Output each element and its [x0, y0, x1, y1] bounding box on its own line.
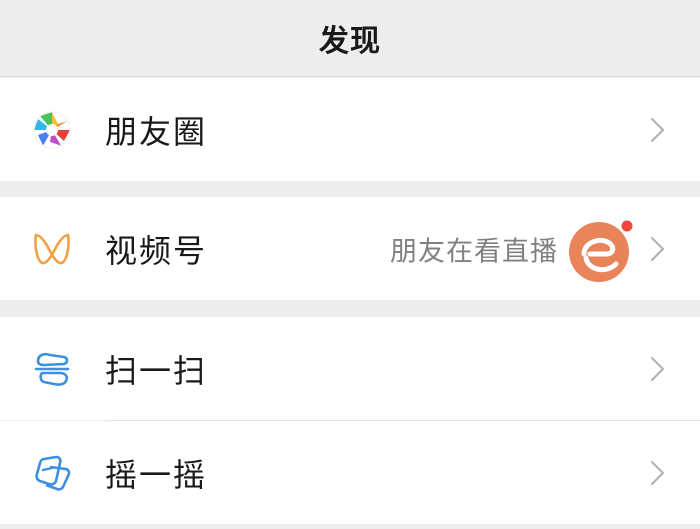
menu-item-scan[interactable]: 扫一扫	[0, 317, 700, 420]
chevron-right-icon	[650, 356, 666, 382]
chevron-right-icon	[650, 117, 666, 143]
moments-aperture-icon	[30, 108, 74, 152]
menu-item-channels[interactable]: 视频号 朋友在看直播	[0, 197, 700, 300]
chevron-right-icon	[650, 460, 666, 486]
scan-label: 扫一扫	[105, 351, 208, 390]
channels-label: 视频号	[105, 231, 208, 270]
shake-icon	[30, 451, 74, 495]
channels-live-status: 朋友在看直播	[390, 236, 558, 267]
scan-icon	[30, 347, 74, 391]
header-divider	[0, 76, 700, 77]
moments-label: 朋友圈	[105, 112, 208, 151]
page-title: 发现	[319, 24, 381, 59]
menu-item-moments[interactable]: 朋友圈	[0, 78, 700, 181]
top-nav-bar: 发现	[0, 0, 700, 76]
menu-item-shake[interactable]: 摇一摇	[0, 421, 700, 524]
live-avatar-icon	[566, 216, 642, 282]
shake-label: 摇一摇	[105, 455, 208, 494]
chevron-right-icon	[650, 236, 666, 262]
channels-icon	[30, 227, 74, 271]
